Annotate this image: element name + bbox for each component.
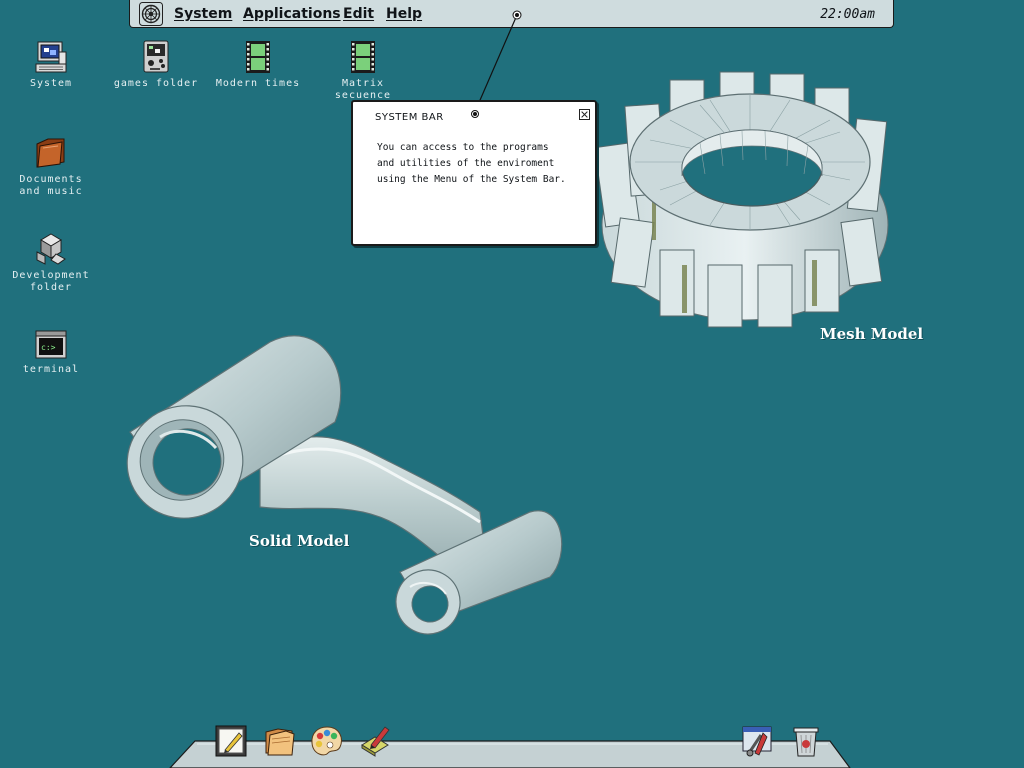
desktop: System Applications Edit Help 22:00am Sy… (0, 0, 1024, 768)
computer-icon (35, 41, 67, 73)
notepad-icon[interactable] (213, 723, 249, 759)
desktop-icon-games-folder[interactable]: games folder (106, 40, 206, 90)
solid-model-label: Solid Model (249, 532, 350, 550)
desktop-icon-system[interactable]: System (1, 40, 101, 90)
menu-applications[interactable]: Applications (243, 6, 341, 22)
desktop-icon-label: Documents and music (19, 174, 83, 197)
system-bar: System Applications Edit Help 22:00am (129, 0, 894, 28)
desktop-icon-label: games folder (113, 78, 199, 89)
film-icon (351, 41, 375, 73)
desktop-icon-documents-and-music[interactable]: Documents and music (1, 136, 101, 198)
tools-icon[interactable] (739, 723, 775, 759)
folder-icon (36, 138, 65, 168)
help-popup-line: using the Menu of the System Bar. (377, 174, 566, 185)
menu-edit[interactable]: Edit (343, 6, 374, 22)
help-popup-title: SYSTEM BAR (375, 112, 444, 123)
folders-icon[interactable] (262, 723, 298, 759)
desktop-icon-terminal[interactable]: c:> terminal (1, 330, 101, 376)
menu-system[interactable]: System (174, 6, 232, 22)
desktop-icon-matrix-secuence[interactable]: Matrix secuence (313, 40, 413, 102)
desktop-icon-label: terminal (22, 364, 80, 375)
dock-bar (169, 740, 851, 768)
desktop-icon-label: Modern times (215, 78, 301, 89)
help-anchor-dot-icon (471, 110, 479, 118)
system-logo-icon[interactable] (139, 2, 163, 26)
svg-text:c:>: c:> (41, 343, 56, 352)
games-folder-icon (143, 40, 169, 73)
help-popup-line: You can access to the programs (377, 142, 549, 153)
terminal-icon: c:> (35, 330, 67, 359)
desktop-icon-label: Matrix secuence (334, 78, 392, 101)
desktop-icon-label: Development folder (12, 270, 90, 293)
paint-palette-icon[interactable] (309, 723, 345, 759)
help-popup-line: and utilities of the enviroment (377, 158, 555, 169)
desktop-icon-label: System (29, 78, 73, 89)
draw-icon[interactable] (357, 723, 393, 759)
help-popup: SYSTEM BAR You can access to the program… (351, 100, 597, 246)
mesh-model-label: Mesh Model (820, 325, 924, 343)
help-popup-body: You can access to the programs and utili… (377, 140, 582, 188)
mesh-model-gear (594, 71, 889, 328)
clock: 22:00am (820, 7, 875, 22)
trash-icon[interactable] (788, 723, 824, 759)
development-icon (36, 233, 66, 265)
film-icon (246, 41, 270, 73)
solid-model-rod (126, 335, 563, 635)
desktop-icon-modern-times[interactable]: Modern times (208, 40, 308, 90)
menu-help[interactable]: Help (386, 6, 422, 22)
desktop-icon-development-folder[interactable]: Development folder (1, 232, 101, 294)
close-icon[interactable] (579, 109, 590, 120)
